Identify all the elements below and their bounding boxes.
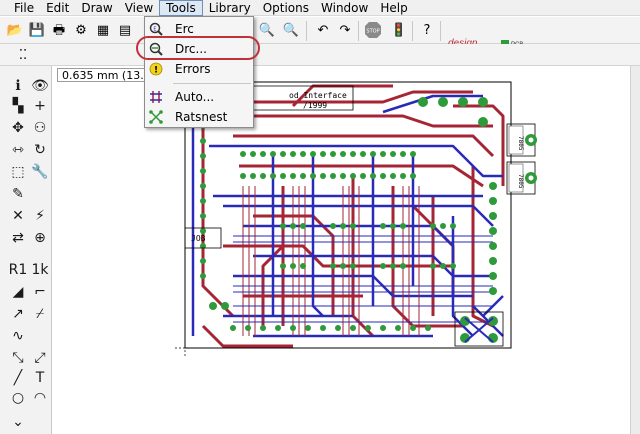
arc-icon[interactable]: ◠ (30, 388, 50, 408)
show-icon[interactable]: 👁 (30, 76, 50, 96)
menu-tools[interactable]: Tools (159, 0, 203, 16)
wire-icon[interactable]: ╱ (8, 368, 28, 388)
smash-icon[interactable]: ◢ (8, 282, 28, 302)
warning-icon: ! (145, 59, 167, 79)
grid-dots-icon[interactable]: ⁚⁚ (14, 46, 32, 64)
split-icon[interactable]: ↗ (8, 304, 28, 324)
cam-processor-icon[interactable]: ⚙ (72, 21, 90, 39)
change-icon[interactable]: 🔧 (30, 162, 50, 182)
paste-icon[interactable]: ✎ (8, 184, 28, 204)
board-title-text: od Interface (289, 91, 347, 100)
drc-highlight-oval (136, 36, 260, 60)
vertical-scrollbar[interactable] (630, 66, 640, 434)
optimize-icon[interactable]: ⌿ (30, 304, 50, 324)
menu-bar: File Edit Draw View Tools Library Option… (0, 0, 640, 16)
svg-text:E: E (153, 27, 156, 33)
help-icon[interactable]: ? (418, 21, 436, 39)
board-canvas[interactable]: 0.635 mm (13.335 78 od Interface /1999 J… (53, 66, 630, 434)
info-icon[interactable]: ℹ (8, 76, 28, 96)
regulator-1-label: 7805 (517, 136, 524, 151)
group-icon[interactable]: ⬚ (8, 162, 28, 182)
regulator-2-label: 7805 (517, 174, 524, 189)
route-icon[interactable]: ⤡ (8, 348, 28, 368)
svg-text:STOP: STOP (366, 29, 379, 35)
undo-icon[interactable]: ↶ (314, 21, 332, 39)
job-label: JOB (191, 234, 206, 243)
ratsnest-icon (145, 107, 167, 127)
text-icon[interactable]: T (30, 368, 50, 388)
move-icon[interactable]: ✥ (8, 118, 28, 138)
circle-icon[interactable]: ○ (8, 388, 28, 408)
menu-item-auto-label: Auto... (175, 90, 215, 104)
menu-file[interactable]: File (8, 0, 40, 16)
meander-icon[interactable]: ∿ (8, 326, 28, 346)
board-icon[interactable]: ▦ (94, 21, 112, 39)
parameter-toolbar: ⁚⁚ (0, 44, 640, 66)
main-toolbar: 📂 💾 🖶 ⚙ ▦ ▤ 🔍 🔍 ↶ ↷ STOP 🚦 ? design link… (0, 17, 640, 58)
menu-item-errors[interactable]: ! Errors (145, 59, 253, 79)
miter-icon[interactable]: ⌐ (30, 282, 50, 302)
zoom-out-icon[interactable]: 🔍 (282, 21, 300, 39)
print-icon[interactable]: 🖶 (50, 21, 68, 39)
menu-item-erc-label: Erc (175, 22, 194, 36)
menu-help[interactable]: Help (374, 0, 413, 16)
replace-icon[interactable]: ⇄ (8, 228, 28, 248)
menu-separator (173, 83, 251, 84)
menu-item-auto[interactable]: Auto... (145, 87, 253, 107)
menu-item-ratsnest[interactable]: Ratsnest (145, 107, 253, 127)
command-palette: ℹ 👁 ▚ + ✥ ⚇ ⇿ ↻ ⬚ 🔧 ✎ ✕ ⚡ ⇄ ⊕ R1 1k ◢ ⌐ … (0, 66, 52, 434)
menu-view[interactable]: View (119, 0, 159, 16)
svg-text:!: ! (154, 66, 158, 76)
delete-icon[interactable]: ✕ (8, 206, 28, 226)
redo-icon[interactable]: ↷ (336, 21, 354, 39)
menu-draw[interactable]: Draw (75, 0, 118, 16)
menu-library[interactable]: Library (203, 0, 257, 16)
copy-icon[interactable]: ⚇ (30, 118, 50, 138)
tools-menu-dropdown: E Erc Drc... ! Errors Auto... Ratsnest (144, 16, 254, 128)
go-icon[interactable]: 🚦 (390, 21, 408, 39)
chevron-down-icon[interactable]: ⌄ (8, 412, 28, 432)
open-folder-icon[interactable]: 📂 (6, 21, 24, 39)
pcb-layout: od Interface /1999 JOB 7805 7805 (175, 81, 537, 358)
menu-window[interactable]: Window (315, 0, 374, 16)
autorouter-icon (145, 87, 167, 107)
add-icon[interactable]: ⚡ (30, 206, 50, 226)
menu-item-ratsnest-label: Ratsnest (175, 110, 228, 124)
script-icon[interactable]: ▤ (116, 21, 134, 39)
save-icon[interactable]: 💾 (28, 21, 46, 39)
stop-icon[interactable]: STOP (364, 21, 382, 39)
board-date-text: /1999 (303, 101, 327, 110)
name-icon[interactable]: R1 (8, 260, 28, 280)
menu-edit[interactable]: Edit (40, 0, 75, 16)
lock-icon[interactable]: ⊕ (30, 228, 50, 248)
rotate-icon[interactable]: ↻ (30, 140, 50, 160)
mirror-icon[interactable]: ⇿ (8, 140, 28, 160)
menu-options[interactable]: Options (257, 0, 315, 16)
display-layers-icon[interactable]: ▚ (8, 96, 28, 116)
ripup-icon[interactable]: ⤢ (30, 348, 50, 368)
menu-item-errors-label: Errors (175, 62, 211, 76)
mark-icon[interactable]: + (30, 96, 50, 116)
value-icon[interactable]: 1k (30, 260, 50, 280)
zoom-in-icon[interactable]: 🔍 (258, 21, 276, 39)
